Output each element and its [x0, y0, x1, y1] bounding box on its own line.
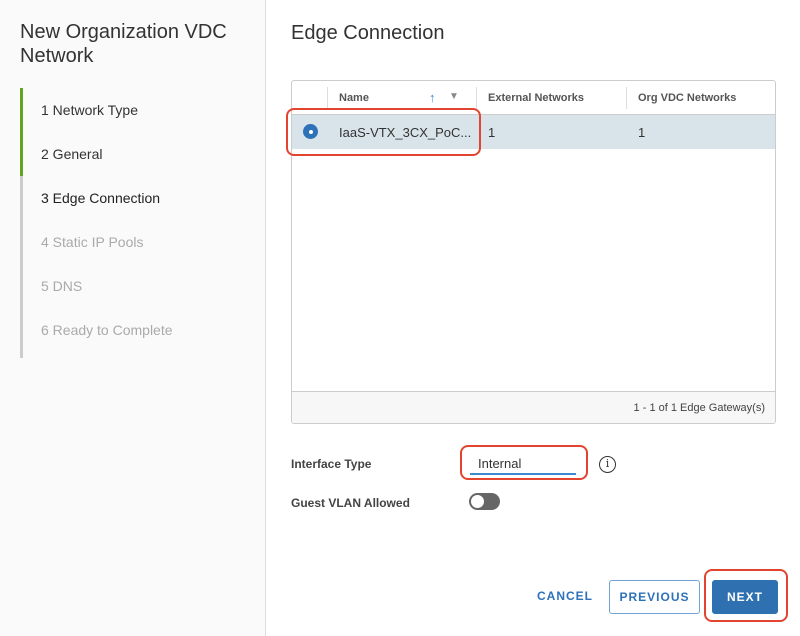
interface-type-label: Interface Type — [291, 457, 372, 471]
step-ready-to-complete: 6 Ready to Complete — [20, 308, 266, 358]
edge-gateway-grid: Name ↑ ▼ External Networks Org VDC Netwo… — [291, 80, 776, 424]
table-row[interactable]: IaaS-VTX_3CX_PoC... 1 1 — [292, 115, 775, 149]
row-radio-button[interactable] — [303, 124, 318, 139]
interface-type-select[interactable]: Internal — [470, 453, 576, 475]
grid-header: Name ↑ ▼ External Networks Org VDC Netwo… — [292, 81, 775, 115]
cell-external-networks: 1 — [488, 125, 496, 140]
cell-name: IaaS-VTX_3CX_PoC... — [339, 125, 472, 140]
info-icon[interactable]: i — [599, 456, 616, 473]
cell-org-vdc-networks: 1 — [638, 125, 646, 140]
guest-vlan-toggle[interactable] — [469, 493, 500, 510]
wizard-title: New Organization VDC Network — [20, 21, 227, 67]
page-title: Edge Connection — [291, 22, 445, 44]
step-general[interactable]: 2 General — [20, 132, 266, 176]
column-header-external-networks[interactable]: External Networks — [488, 92, 584, 104]
arrow-up-icon[interactable]: ↑ — [429, 90, 436, 105]
step-dns: 5 DNS — [20, 264, 266, 308]
column-header-name[interactable]: Name — [339, 92, 369, 104]
wizard-sidebar: New Organization VDC Network 1 Network T… — [0, 0, 266, 636]
filter-icon[interactable]: ▼ — [449, 91, 459, 102]
wizard-steps: 1 Network Type 2 General 3 Edge Connecti… — [20, 88, 266, 358]
step-static-ip-pools: 4 Static IP Pools — [20, 220, 266, 264]
previous-button[interactable]: PREVIOUS — [609, 580, 700, 614]
guest-vlan-label: Guest VLAN Allowed — [291, 496, 410, 510]
column-header-org-vdc-networks[interactable]: Org VDC Networks — [638, 92, 736, 104]
cancel-button[interactable]: CANCEL — [530, 580, 600, 614]
grid-footer: 1 - 1 of 1 Edge Gateway(s) — [292, 391, 775, 423]
step-network-type[interactable]: 1 Network Type — [20, 88, 266, 132]
step-edge-connection[interactable]: 3 Edge Connection — [20, 176, 266, 220]
next-button[interactable]: NEXT — [712, 580, 778, 614]
